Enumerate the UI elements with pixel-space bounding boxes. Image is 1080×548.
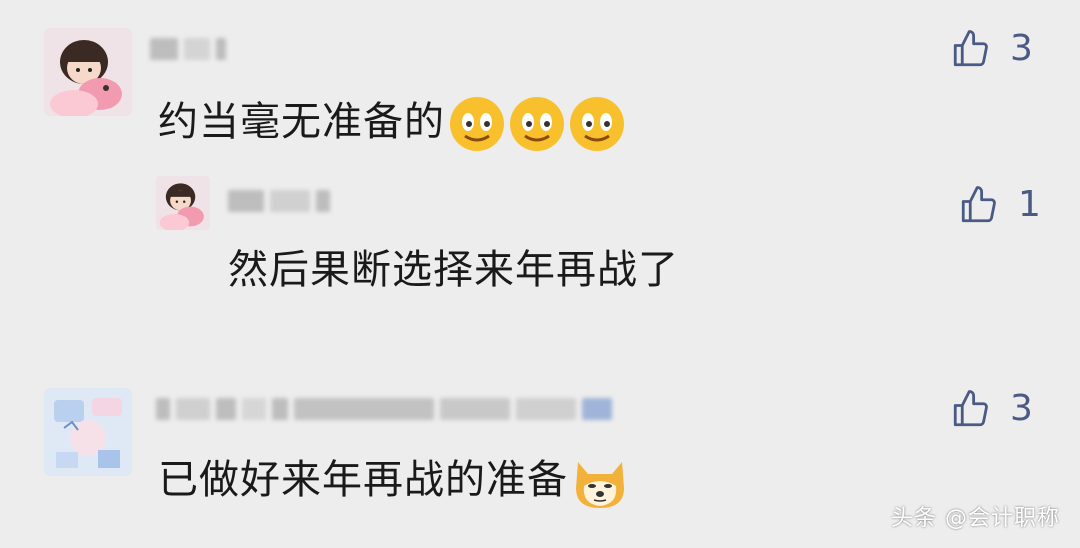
like-count: 3: [1010, 388, 1033, 429]
like-button[interactable]: 1: [958, 184, 1041, 226]
avatar[interactable]: [44, 388, 132, 476]
avatar-sticker-collage-icon: [44, 388, 132, 476]
thumbs-up-icon: [953, 390, 988, 427]
username-blurred[interactable]: [228, 186, 330, 216]
watermark: 头条 @会计职称: [891, 506, 1060, 531]
avatar[interactable]: [156, 176, 210, 230]
thumbs-up-icon: [961, 186, 996, 223]
smiling-face-icon: [450, 97, 624, 151]
comment-text: 已做好来年再战的准备: [158, 452, 630, 512]
thumbs-up-icon: [953, 30, 988, 67]
avatar-girl-pink-icon: [44, 28, 132, 116]
like-count: 3: [1010, 28, 1033, 69]
like-count: 1: [1018, 184, 1041, 225]
avatar[interactable]: [44, 28, 132, 116]
avatar-girl-pink-icon: [156, 176, 210, 230]
like-button[interactable]: 3: [950, 388, 1033, 430]
username-blurred[interactable]: [150, 34, 226, 64]
comment-text: 约当毫无准备的: [158, 94, 627, 154]
comment-text: 然后果断选择来年再战了: [228, 247, 679, 293]
doge-icon: [576, 462, 624, 508]
like-button[interactable]: 3: [950, 28, 1033, 70]
username-blurred[interactable]: [156, 394, 612, 424]
